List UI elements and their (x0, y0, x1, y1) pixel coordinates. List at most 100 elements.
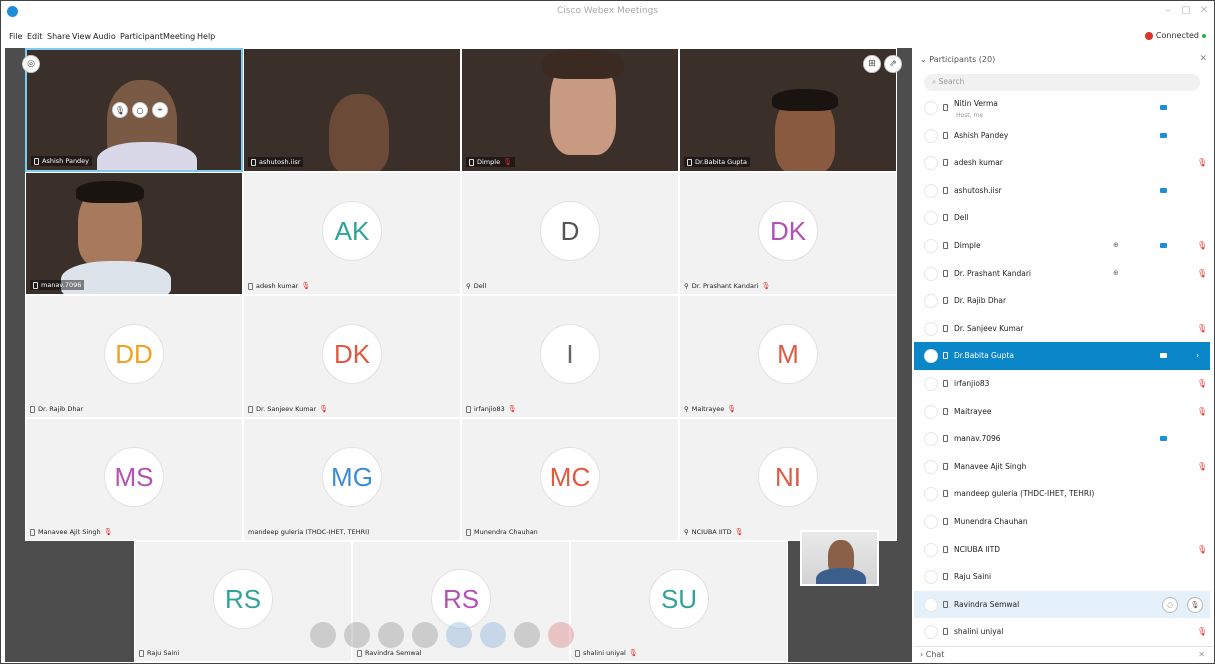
avatar-tile[interactable]: MC Munendra Chauhan (461, 418, 679, 541)
participant-row[interactable]: Dr. Sanjeev Kumar 🎙 (914, 315, 1210, 343)
menu-participant[interactable]: Participant (120, 32, 163, 41)
avatar-tile[interactable]: DK ⚲ Dr. Prashant Kandari 🎙 (679, 172, 897, 295)
connection-status[interactable]: Connected (1144, 31, 1206, 40)
avatar: DD (104, 324, 164, 385)
mic-muted-icon[interactable]: 🎙 (1197, 545, 1207, 554)
mic-muted-icon: 🎙 (507, 405, 517, 413)
avatar-tile[interactable]: MS Manavee Ajit Singh 🎙 (25, 418, 243, 541)
record-button[interactable] (412, 622, 438, 648)
camera-icon (1160, 242, 1167, 248)
video-tile[interactable]: Dimple 🎙 (461, 48, 679, 172)
participant-row[interactable]: manav.7096 (914, 425, 1210, 453)
participant-row[interactable]: adesh kumar 🎙 (914, 149, 1210, 177)
participant-row[interactable]: Munendra Chauhan (914, 508, 1210, 536)
maximize-icon[interactable]: □ (1179, 5, 1193, 16)
menu-audio[interactable]: Audio (93, 32, 116, 41)
participant-row[interactable]: ashutosh.iisr (914, 177, 1210, 205)
menu-view[interactable]: View (72, 32, 91, 41)
avatar-tile[interactable]: AK adesh kumar 🎙 (243, 172, 461, 295)
close-icon[interactable]: ✕ (1199, 54, 1207, 64)
participant-row[interactable]: Dr. Prashant Kandari ⊕ 🎙 (914, 260, 1210, 288)
menu-share[interactable]: Share (47, 32, 70, 41)
layout-icon[interactable]: ◎ (22, 55, 40, 73)
participant-row[interactable]: Nitin Verma Host, me (914, 94, 1210, 122)
video-button[interactable] (344, 622, 370, 648)
menu-help[interactable]: Help (197, 32, 215, 41)
mic-muted-icon[interactable]: 🎙 (1197, 269, 1207, 278)
avatar-tile[interactable]: NI ⚲ NCIUBA IITD 🎙 (679, 418, 897, 541)
camera-icon (1160, 132, 1167, 138)
share-button[interactable] (378, 622, 404, 648)
device-icon (33, 281, 38, 289)
participant-row[interactable]: Ashish Pandey (914, 122, 1210, 150)
participant-row[interactable]: Dr.Babita Gupta › (914, 342, 1210, 370)
more-button[interactable] (514, 622, 540, 648)
device-icon (943, 435, 948, 443)
mute-button[interactable] (310, 622, 336, 648)
self-view[interactable] (800, 530, 879, 586)
mic-muted-icon[interactable]: 🎙 (1197, 158, 1207, 167)
tile-name: shalini uniyal 🎙 (575, 649, 638, 657)
panel-header[interactable]: ⌄ Participants (20) (920, 55, 995, 64)
participant-row[interactable]: mandeep guleria (THDC-IHET, TEHRI) (914, 480, 1210, 508)
avatar-tile[interactable]: SU shalini uniyal 🎙 (570, 541, 788, 662)
video-tile[interactable]: 🎙 ○ ⌖ Ashish Pandey (25, 48, 243, 172)
popout-icon[interactable]: ⇗ (884, 55, 902, 73)
mic-icon[interactable]: 🎙 (1187, 596, 1203, 613)
participant-row[interactable]: NCIUBA IITD 🎙 (914, 536, 1210, 564)
mic-muted-icon[interactable]: 🎙 (1197, 627, 1207, 636)
chat-icon[interactable]: ◌ (1162, 596, 1178, 613)
participant-row[interactable]: Ravindra Semwal ◌ 🎙 (914, 590, 1210, 619)
tile-name: Ashish Pandey (31, 156, 93, 166)
participants-button[interactable] (446, 622, 472, 648)
close-icon[interactable]: ✕ (1198, 650, 1205, 659)
grid-view-icon[interactable]: ⊞ (863, 55, 881, 73)
avatar-tile[interactable]: MG mandeep guleria (THDC-IHET, TEHRI) (243, 418, 461, 541)
leave-button[interactable] (548, 622, 574, 648)
avatar (924, 156, 938, 171)
avatar: RS (213, 569, 273, 630)
tile-name: Ravindra Semwal (357, 649, 422, 657)
minimize-icon[interactable]: – (1161, 5, 1175, 16)
chevron-right-icon[interactable]: › (1196, 351, 1199, 360)
avatar: MC (540, 447, 600, 508)
chat-icon[interactable]: ○ (132, 102, 148, 118)
avatar-tile[interactable]: DK Dr. Sanjeev Kumar 🎙 (243, 295, 461, 418)
avatar (924, 625, 938, 640)
chat-button[interactable] (480, 622, 506, 648)
avatar-tile[interactable]: I irfanjio83 🎙 (461, 295, 679, 418)
mic-icon[interactable]: 🎙 (112, 102, 128, 118)
close-icon[interactable]: ✕ (1197, 5, 1211, 16)
video-tile[interactable]: manav.7096 (25, 172, 243, 295)
mic-muted-icon[interactable]: 🎙 (1197, 379, 1207, 388)
pin-icon[interactable]: ⌖ (152, 102, 168, 118)
menu-meeting[interactable]: Meeting (163, 32, 195, 41)
participant-row[interactable]: Dimple ⊕ 🎙 (914, 232, 1210, 260)
participant-row[interactable]: Maitrayee 🎙 (914, 398, 1210, 426)
video-tile[interactable]: ashutosh.iisr (243, 48, 461, 172)
avatar-tile[interactable]: D ⚲ Dell (461, 172, 679, 295)
mic-muted-icon: 🎙 (734, 528, 744, 536)
participant-row[interactable]: irfanjio83 🎙 (914, 370, 1210, 398)
menu-file[interactable]: File (9, 32, 22, 41)
participant-row[interactable]: Manavee Ajit Singh 🎙 (914, 453, 1210, 481)
chat-bar[interactable]: › Chat ✕ (914, 646, 1213, 662)
device-icon (943, 186, 948, 194)
participant-row[interactable]: Raju Saini (914, 563, 1210, 591)
mic-muted-icon[interactable]: 🎙 (1197, 241, 1207, 250)
avatar: DK (758, 201, 818, 262)
video-grid: 🎙 ○ ⌖ Ashish Pandey ◎ ashutosh.iisr Dimp… (5, 48, 912, 662)
search-input[interactable]: ⌕ Search (924, 74, 1200, 91)
avatar-tile[interactable]: DD Dr. Rajib Dhar (25, 295, 243, 418)
tile-name: Raju Saini (139, 649, 179, 657)
participant-row[interactable]: Dell (914, 204, 1210, 232)
participant-row[interactable]: Dr. Rajib Dhar (914, 287, 1210, 315)
mic-muted-icon[interactable]: 🎙 (1197, 462, 1207, 471)
mic-muted-icon[interactable]: 🎙 (1197, 324, 1207, 333)
device-icon (943, 600, 948, 608)
participant-row[interactable]: shalini uniyal 🎙 (914, 618, 1210, 646)
mic-muted-icon[interactable]: 🎙 (1197, 407, 1207, 416)
menu-edit[interactable]: Edit (27, 32, 43, 41)
avatar-tile[interactable]: M ⚲ Maitrayee 🎙 (679, 295, 897, 418)
tile-name: Dr. Rajib Dhar (30, 405, 83, 413)
